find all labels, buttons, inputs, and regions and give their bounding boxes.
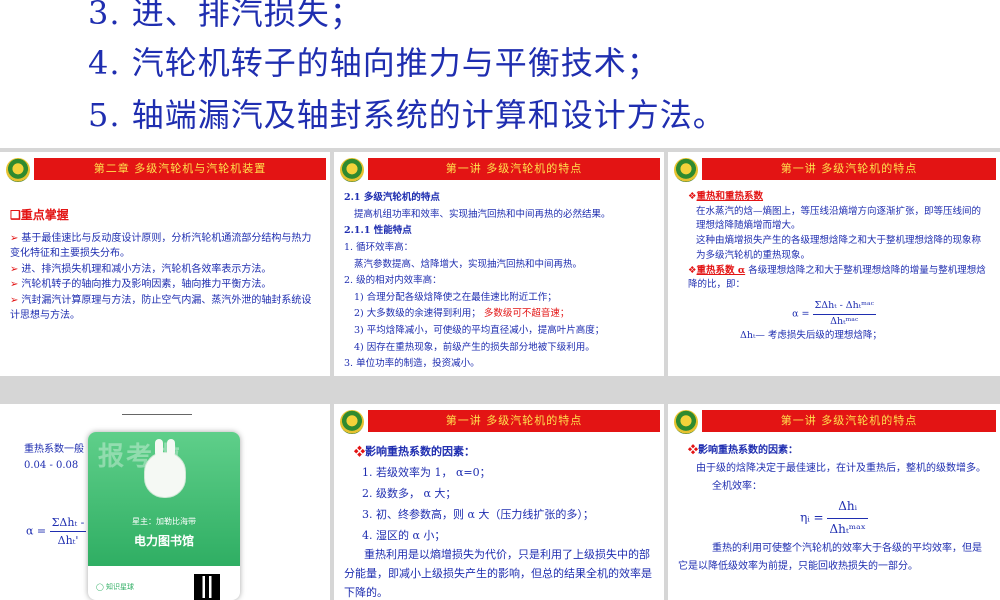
arrow-bullet-icon: ➢ [10,279,19,291]
bullet-item: ➢ 进、排汽损失机理和减小方法，汽轮机各效率表示方法。 [10,263,272,275]
slide-title-bar: 第一讲 多级汽轮机的特点 [702,410,996,432]
outline-item-4: 4. 汽轮机转子的轴向推力与平衡技术； [88,44,660,82]
slide-header: 第一讲 多级汽轮机的特点 [668,158,1000,184]
slide-title-bar: 第一讲 多级汽轮机的特点 [368,158,660,180]
diamond-bullet-icon: ❖ [688,445,698,456]
text-paragraph: 在水蒸汽的焓—熵图上，等压线沿熵增方向逐渐扩张，即等压线间的理想焓降随熵增而增大… [696,205,982,232]
list-item: 1. 若级效率为 1， α=0； [362,465,491,479]
slide-body: 2.1 多级汽轮机的特点 提高机组功率和效率、实现抽汽回热和中间再热的必然结果。… [344,190,654,372]
qr-code-icon[interactable] [194,574,220,600]
diamond-bullet-icon: ❖ [688,191,697,202]
text-paragraph: 重热利用是以熵增损失为代价，只是利用了上级损失中的部分能量，即减小上级损失产生的… [344,548,652,599]
reheat-coefficient-formula: α = ΣΔhₜ - Δhₜᵐᵃᶜ Δhₜᵐᵃᶜ [792,300,876,327]
arrow-bullet-icon: ➢ [10,232,19,244]
arrow-bullet-icon: ➢ [10,294,19,306]
slide-title-bar: 第二章 多级汽轮机与汽轮机装置 [34,158,326,180]
slide-header: 第一讲 多级汽轮机的特点 [334,158,664,184]
text-paragraph: 这种由熵增损失产生的各级理想焓降之和大于整机理想焓降的现象称为多级汽轮机的重热现… [696,235,982,261]
slide-title-bar: 第一讲 多级汽轮机的特点 [702,158,996,180]
university-logo-icon [340,158,364,182]
slide-body: ❖重热和重热系数 在水蒸汽的焓—熵图上，等压线沿熵增方向逐渐扩张，即等压线间的理… [678,190,990,372]
text-line: 重热系数一般 [24,444,84,455]
list-item: 4. 湿区的 α 小； [362,528,446,542]
slide-body: ❖影响重热系数的因素： 1. 若级效率为 1， α=0； 2. 级数多， α 大… [344,442,654,599]
section-heading: ❖重热和重热系数 [688,191,764,202]
bullet-item: ➢ 汽封漏汽计算原理与方法，防止空气内漏、蒸汽外泄的轴封系统设计思想与方法。 [10,294,312,322]
section-heading: ❖影响重热系数的因素： [688,445,798,456]
text-line: 1. 循环效率高： [344,241,414,253]
slide-body: ❑重点掌握 ➢ 基于最佳速比与反动度设计原则，分析汽轮机通流部分结构与热力变化特征… [10,206,320,372]
connector-line [122,414,192,415]
university-logo-icon [674,158,698,182]
text-line: 全机效率： [712,481,762,492]
university-logo-icon [6,158,30,182]
slide-header: 第一讲 多级汽轮机的特点 [334,410,664,436]
diamond-bullet-icon: ❖ [354,445,365,458]
efficiency-formula: ηᵢ = Δhᵢ Δhₜᵐᵃˣ [678,496,990,540]
slide-thumb-6[interactable]: 第一讲 多级汽轮机的特点 ❖影响重热系数的因素： 由于级的焓降决定于最佳速比，在… [668,404,1000,600]
text-line: 1) 合理分配各级焓降使之在最佳速比附近工作； [354,291,557,303]
top-outline: 3. 进、排汽损失； 4. 汽轮机转子的轴向推力与平衡技术； 5. 轴端漏汽及轴… [0,0,1000,148]
diamond-bullet-icon: ❖ [688,264,697,276]
list-item: 2. 级数多， α 大； [362,486,457,500]
slide-thumb-3[interactable]: 第一讲 多级汽轮机的特点 ❖重热和重热系数 在水蒸汽的焓—熵图上，等压线沿熵增方… [668,152,1000,376]
bullet-item: ➢ 基于最佳速比与反动度设计原则，分析汽轮机通流部分结构与热力变化特征和主要损失分… [10,232,312,260]
library-promo-card[interactable]: 报考啦 星主：加勒比海带 电力图书馆 ◯ 知识星球 [88,432,240,600]
university-logo-icon [340,410,364,434]
key-points-heading: ❑重点掌握 [10,208,69,222]
promo-platform-label: ◯ 知识星球 [96,583,135,591]
text-paragraph: 由于级的焓降决定于最佳速比，在计及重热后，整机的级数增多。 [696,463,986,474]
arrow-bullet-icon: ➢ [10,263,19,275]
slide-thumb-5[interactable]: 第一讲 多级汽轮机的特点 ❖影响重热系数的因素： 1. 若级效率为 1， α=0… [334,404,664,600]
formula-note: Δhₜ— 考虑损失后级的理想焓降； [740,330,882,342]
university-logo-icon [674,410,698,434]
slide-thumb-1[interactable]: 第二章 多级汽轮机与汽轮机装置 ❑重点掌握 ➢ 基于最佳速比与反动度设计原则，分析… [0,152,330,376]
text-line: 0.04 - 0.08 [24,460,79,471]
outline-item-5: 5. 轴端漏汽及轴封系统的计算和设计方法。 [88,96,726,134]
text-paragraph: ❖重热系数 α 各级理想焓降之和大于整机理想焓降的增量与整机理想焓降的比，即： [688,264,986,291]
text-paragraph: 重热的利用可使整个汽轮机的效率大于各级的平均效率，但是它是以降低级效率为前提，只… [678,543,982,573]
outline-item-3: 3. 进、排汽损失； [88,0,363,32]
text-line: 4) 因存在重热现象，前级产生的损失部分地被下级利用。 [354,341,595,353]
list-item: 3. 初、终参数高，则 α 大（压力线扩张的多）； [362,507,594,521]
promo-owner-text: 星主：加勒比海带 [132,517,196,526]
section-heading: 2.1.1 性能特点 [344,225,412,237]
bullet-item: ➢ 汽轮机转子的轴向推力及影响因素，轴向推力平衡方法。 [10,279,272,291]
section-heading: ❖影响重热系数的因素： [354,445,475,458]
section-heading: 2.1 多级汽轮机的特点 [344,192,440,203]
text-line: 3. 单位功率的制造，投资减小。 [344,358,480,370]
bunny-mascot-icon [144,439,186,498]
slide-body: ❖影响重热系数的因素： 由于级的焓降决定于最佳速比，在计及重热后，整机的级数增多… [678,442,990,596]
slide-header: 第一讲 多级汽轮机的特点 [668,410,1000,436]
slide-thumb-2[interactable]: 第一讲 多级汽轮机的特点 2.1 多级汽轮机的特点 提高机组功率和效率、实现抽汽… [334,152,664,376]
text-line: 3) 平均焓降减小，可使级的平均直径减小，提高叶片高度； [354,325,605,336]
text-line: 2. 级的相对内效率高： [344,275,442,287]
reheat-coefficient-formula: α = ΣΔhₜ - Δhₜ' [26,516,87,548]
text-line: 蒸汽参数提高、焓降增大，实现抽汽回热和中间再热。 [354,258,583,270]
text-line: 提高机组功率和效率、实现抽汽回热和中间再热的必然结果。 [354,208,611,220]
promo-card-banner: 报考啦 星主：加勒比海带 电力图书馆 [88,432,240,566]
text-line: 2) 大多数级的余速得到利用； 多数级可不超音速； [354,308,570,320]
promo-title: 电力图书馆 [133,534,194,548]
slide-header: 第二章 多级汽轮机与汽轮机装置 [0,158,330,184]
slide-title-bar: 第一讲 多级汽轮机的特点 [368,410,660,432]
